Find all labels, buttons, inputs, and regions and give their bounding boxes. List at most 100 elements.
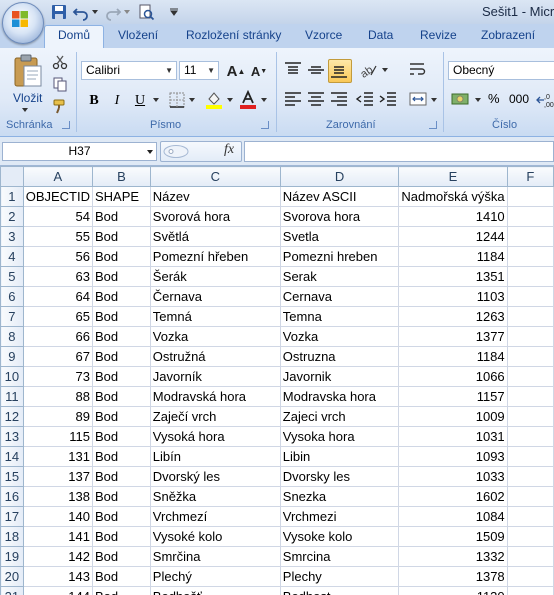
- row-header[interactable]: 14: [0, 446, 24, 467]
- align-bottom-icon[interactable]: [329, 61, 349, 79]
- cell-f[interactable]: [506, 386, 554, 407]
- cell-e[interactable]: 1377: [398, 326, 508, 347]
- cell-e[interactable]: 1031: [398, 426, 508, 447]
- paste-icon[interactable]: [12, 54, 44, 88]
- undo-dropdown-icon[interactable]: [91, 8, 99, 16]
- cell-c[interactable]: Libín: [149, 446, 281, 467]
- font-color-icon[interactable]: [238, 90, 258, 110]
- font-color-dropdown-icon[interactable]: [260, 97, 268, 103]
- merge-dropdown-icon[interactable]: [430, 97, 438, 103]
- customize-qat-icon[interactable]: [170, 8, 178, 16]
- alignment-launcher-icon[interactable]: [429, 121, 437, 129]
- cell-f[interactable]: [506, 446, 554, 467]
- cell-c[interactable]: Černava: [149, 286, 281, 307]
- row-header[interactable]: 16: [0, 486, 24, 507]
- redo-icon[interactable]: [104, 3, 122, 21]
- cell-b[interactable]: Bod: [92, 226, 151, 247]
- font-size-select[interactable]: 11 ▼: [179, 61, 219, 80]
- cell-e[interactable]: 1509: [398, 526, 508, 547]
- cell-c[interactable]: Světlá: [149, 226, 281, 247]
- cell-c[interactable]: Zaječí vrch: [149, 406, 281, 427]
- cell-f[interactable]: [506, 426, 554, 447]
- row-header[interactable]: 7: [0, 306, 24, 327]
- cell-c[interactable]: Šerák: [149, 266, 281, 287]
- cell-e[interactable]: 1066: [398, 366, 508, 387]
- cell-f[interactable]: [506, 526, 554, 547]
- row-header[interactable]: 6: [0, 286, 24, 307]
- cell-e[interactable]: 1602: [398, 486, 508, 507]
- tab-vlozeni[interactable]: Vložení: [118, 28, 158, 42]
- accounting-format-icon[interactable]: [450, 90, 472, 110]
- cell-f[interactable]: [506, 506, 554, 527]
- orientation-dropdown-icon[interactable]: [381, 67, 389, 73]
- cell-c[interactable]: Ostružná: [149, 346, 281, 367]
- cell-f[interactable]: [506, 366, 554, 387]
- row-header[interactable]: 12: [0, 406, 24, 427]
- cell-b[interactable]: Bod: [92, 366, 151, 387]
- cell-d[interactable]: Dvorsky les: [279, 466, 400, 487]
- cell-e[interactable]: 1084: [398, 506, 508, 527]
- tab-rozlozeni-stranky[interactable]: Rozložení stránky: [186, 28, 281, 42]
- cell-b[interactable]: Bod: [92, 386, 151, 407]
- cell-a[interactable]: 64: [22, 286, 94, 307]
- row-header[interactable]: 9: [0, 346, 24, 367]
- row-header[interactable]: 8: [0, 326, 24, 347]
- name-box-dropdown-icon[interactable]: [146, 149, 154, 155]
- worksheet-grid[interactable]: ABCDEF 1 OBJECTID SHAPE Název Název ASCII Nad…: [0, 166, 554, 595]
- cell-d[interactable]: Javornik: [279, 366, 400, 387]
- tab-zobrazeni[interactable]: Zobrazení: [481, 28, 535, 42]
- cell-a[interactable]: 141: [22, 526, 94, 547]
- name-box[interactable]: H37: [2, 142, 157, 161]
- cell-d[interactable]: Bedhost: [279, 586, 400, 595]
- underline-dropdown-icon[interactable]: [152, 97, 160, 103]
- column-header-d[interactable]: D: [279, 166, 400, 187]
- cell-f[interactable]: [506, 246, 554, 267]
- borders-dropdown-icon[interactable]: [188, 97, 196, 103]
- cell-d[interactable]: Plechy: [279, 566, 400, 587]
- column-header-b[interactable]: B: [92, 166, 151, 187]
- cell-f[interactable]: [506, 566, 554, 587]
- cell-f[interactable]: [506, 206, 554, 227]
- cell-b[interactable]: SHAPE: [92, 186, 151, 207]
- cell-d[interactable]: Temna: [279, 306, 400, 327]
- cell-f[interactable]: [506, 346, 554, 367]
- cell-e[interactable]: 1184: [398, 346, 508, 367]
- cell-d[interactable]: Serak: [279, 266, 400, 287]
- cell-a[interactable]: 55: [22, 226, 94, 247]
- undo-icon[interactable]: [72, 3, 90, 21]
- row-header[interactable]: 5: [0, 266, 24, 287]
- align-center-icon[interactable]: [306, 90, 326, 108]
- increase-indent-icon[interactable]: [378, 90, 398, 108]
- cell-a[interactable]: 144: [22, 586, 94, 595]
- tab-domu[interactable]: Domů: [58, 28, 90, 42]
- cell-e[interactable]: 1351: [398, 266, 508, 287]
- cell-c[interactable]: Název: [149, 186, 281, 207]
- cell-f[interactable]: [506, 466, 554, 487]
- merge-center-icon[interactable]: [408, 90, 428, 108]
- print-preview-icon[interactable]: [137, 3, 155, 21]
- cell-d[interactable]: Libin: [279, 446, 400, 467]
- column-header-f[interactable]: F: [506, 166, 554, 187]
- cell-b[interactable]: Bod: [92, 406, 151, 427]
- row-header[interactable]: 4: [0, 246, 24, 267]
- cell-c[interactable]: Temná: [149, 306, 281, 327]
- cell-a[interactable]: 67: [22, 346, 94, 367]
- cell-a[interactable]: 140: [22, 506, 94, 527]
- paste-dropdown-icon[interactable]: [21, 107, 29, 113]
- number-format-select[interactable]: Obecný: [448, 61, 554, 80]
- row-header[interactable]: 2: [0, 206, 24, 227]
- cell-b[interactable]: Bod: [92, 206, 151, 227]
- cell-b[interactable]: Bod: [92, 286, 151, 307]
- cell-e[interactable]: 1263: [398, 306, 508, 327]
- select-all-corner[interactable]: [0, 166, 24, 187]
- cell-c[interactable]: Bedhošť: [149, 586, 281, 595]
- row-header[interactable]: 1: [0, 186, 24, 207]
- row-header[interactable]: 10: [0, 366, 24, 387]
- accounting-dropdown-icon[interactable]: [474, 97, 482, 103]
- percent-style-button[interactable]: %: [488, 91, 500, 106]
- cell-b[interactable]: Bod: [92, 446, 151, 467]
- cell-e[interactable]: 1009: [398, 406, 508, 427]
- align-left-icon[interactable]: [283, 90, 303, 108]
- cell-b[interactable]: Bod: [92, 466, 151, 487]
- formula-input[interactable]: [244, 141, 554, 162]
